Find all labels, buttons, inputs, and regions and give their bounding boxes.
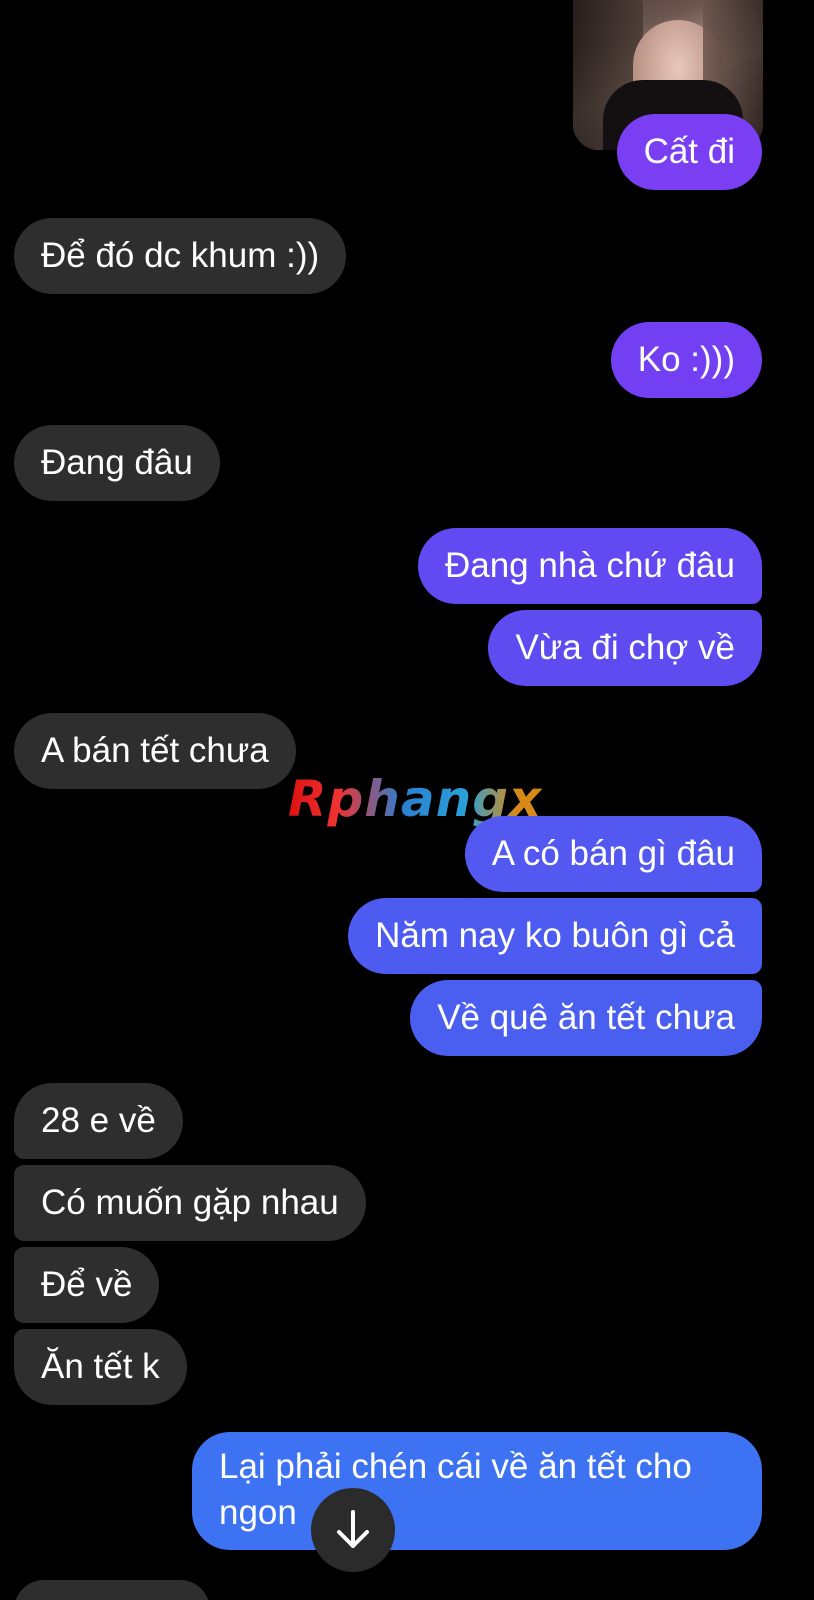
message-bubble-outgoing[interactable]: Cất đi [616,114,762,190]
message-bubble-incoming[interactable]: Có muốn gặp nhau [14,1165,366,1241]
message-bubble-incoming[interactable]: Để về [14,1247,160,1323]
message-bubble-incoming[interactable]: Đang đâu [14,425,220,501]
message-bubble-incoming[interactable]: A bán tết chưa [14,713,296,789]
message-bubble-outgoing[interactable]: Ko :))) [610,322,762,398]
message-bubble-outgoing[interactable]: Vừa đi chợ về [488,610,762,686]
message-bubble-incoming-partial[interactable] [14,1580,210,1600]
message-bubble-outgoing[interactable]: A có bán gì đâu [464,816,762,892]
scroll-to-bottom-button[interactable] [311,1488,395,1572]
message-bubble-outgoing[interactable]: Lại phải chén cái về ăn tết cho ngon [192,1432,762,1550]
message-bubble-incoming[interactable]: 28 e về [14,1083,183,1159]
message-bubble-incoming[interactable]: Để đó dc khum :)) [14,218,347,294]
message-bubble-outgoing[interactable]: Về quê ăn tết chưa [410,980,762,1056]
chat-screen: Cất đi Để đó dc khum :)) Ko :))) Đang đâ… [0,0,814,1600]
arrow-down-icon [337,1510,369,1548]
message-bubble-outgoing[interactable]: Năm nay ko buôn gì cả [348,898,762,974]
message-bubble-outgoing[interactable]: Đang nhà chứ đâu [417,528,762,604]
message-bubble-incoming[interactable]: Ăn tết k [14,1329,187,1405]
